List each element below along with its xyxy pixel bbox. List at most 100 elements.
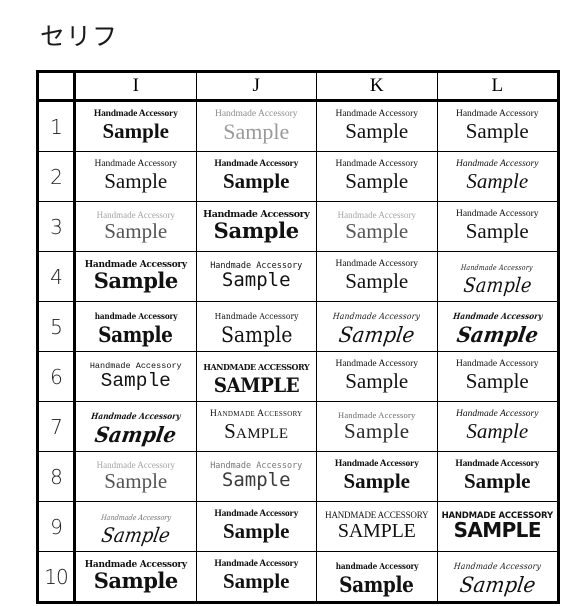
sample-word: Sample bbox=[221, 268, 291, 291]
sample-subtitle: handmade Accessory bbox=[335, 562, 419, 572]
table-row: 4 Handmade Accessory Sample Handmade Access… bbox=[37, 251, 559, 302]
font-sample-cell[interactable]: Handmade AccessorySample bbox=[436, 351, 559, 402]
row-number: 8 bbox=[37, 451, 76, 502]
sample-word: Sample bbox=[344, 418, 410, 443]
font-sample-cell[interactable]: Handmade AccessorySample bbox=[195, 151, 317, 202]
row-number: 4 bbox=[37, 251, 76, 302]
font-sample-cell[interactable]: Handmade AccessorySample bbox=[74, 401, 197, 452]
font-sample-cell[interactable]: Handmade AccessorySample bbox=[316, 251, 438, 302]
sample-word: Sample bbox=[465, 219, 529, 244]
sample-subtitle: handmade Accessory bbox=[94, 312, 178, 322]
sample-word: SAMPLE bbox=[213, 372, 300, 397]
font-sample-cell[interactable]: handmade AccessorySample bbox=[316, 551, 438, 603]
sample-word: Sample bbox=[345, 269, 409, 294]
row-number: 6 bbox=[37, 351, 76, 402]
table-row: 1 Handmade Accessory Sample Handmade Access… bbox=[37, 100, 559, 152]
sample-word: Sample bbox=[223, 118, 290, 144]
font-sample-cell[interactable]: Handmade AccessorySample bbox=[436, 401, 559, 452]
sample-subtitle: Handmade Accessory bbox=[453, 562, 542, 572]
font-sample-cell[interactable]: Handmade AccessorySample bbox=[195, 301, 317, 352]
font-specimen-table: I J K L 1 Handmade Accessory Sample Handmad… bbox=[36, 70, 560, 604]
font-sample-cell[interactable]: Handmade AccessorySample bbox=[195, 401, 317, 452]
sample-word: Sample bbox=[466, 419, 529, 444]
font-sample-cell[interactable]: handmade AccessorySample bbox=[74, 301, 197, 352]
font-sample-cell[interactable]: Handmade AccessorySample bbox=[195, 201, 317, 252]
font-sample-cell[interactable]: Handmade AccessorySample bbox=[316, 201, 438, 252]
row-number: 5 bbox=[37, 301, 76, 352]
font-sample-cell[interactable]: Handmade AccessorySample bbox=[195, 100, 317, 152]
row-number: 1 bbox=[37, 100, 76, 152]
table-row: 3 Handmade Accessory Sample Handmade Access… bbox=[37, 201, 559, 252]
sample-word: Sample bbox=[221, 468, 291, 491]
sample-subtitle: Handmade Accessory bbox=[452, 312, 543, 322]
table-header-row: I J K L bbox=[37, 71, 559, 102]
row-number: 7 bbox=[37, 401, 76, 452]
font-sample-cell[interactable]: Handmade AccessorySample bbox=[316, 451, 438, 502]
table-row: 5 handmade AccessorySample Handmade Access… bbox=[37, 301, 559, 352]
font-sample-cell[interactable]: Handmade AccessorySample bbox=[74, 551, 197, 603]
font-sample-cell[interactable]: Handmade AccessorySample bbox=[74, 251, 197, 302]
sample-word: Sample bbox=[104, 469, 168, 494]
table-row: 6 Handmade Accessory Sample HANDMADE ACCESS… bbox=[37, 351, 559, 402]
font-sample-cell[interactable]: Handmade AccessorySample bbox=[74, 351, 197, 402]
font-sample-cell[interactable]: Handmade AccessorySample bbox=[195, 501, 317, 552]
sample-word: Sample bbox=[99, 522, 172, 547]
font-sample-cell[interactable]: Handmade AccessorySample bbox=[436, 151, 559, 202]
font-sample-cell[interactable]: Handmade AccessorySample bbox=[316, 301, 438, 352]
font-sample-cell[interactable]: Handmade AccessorySample bbox=[316, 151, 438, 202]
font-sample-cell[interactable]: Handmade AccessorySample bbox=[436, 551, 559, 603]
sample-word: Sample bbox=[463, 469, 531, 494]
row-number: 9 bbox=[37, 501, 76, 552]
sample-subtitle: Handmade Accessory bbox=[100, 512, 172, 522]
sample-word: Sample bbox=[454, 322, 540, 347]
font-sample-cell[interactable]: Handmade AccessorySample bbox=[316, 351, 438, 402]
sample-subtitle: Handmade Accessory bbox=[90, 412, 182, 422]
font-sample-cell[interactable]: Handmade AccessorySample bbox=[316, 401, 438, 452]
font-sample-cell[interactable]: Handmade AccessorySample bbox=[74, 451, 197, 502]
sample-word: Sample bbox=[337, 323, 417, 347]
sample-subtitle: Handmade Accessory bbox=[214, 312, 299, 322]
table-row: 10 Handmade Accessory Sample Handmade Acces… bbox=[37, 551, 559, 603]
font-sample-cell[interactable]: Handmade AccessorySample bbox=[436, 100, 559, 152]
sample-word: Sample bbox=[104, 169, 168, 194]
font-sample-cell[interactable]: Handmade AccessorySample bbox=[74, 501, 197, 552]
sample-word: Sample bbox=[93, 568, 179, 594]
font-sample-sheet: セリフ I J K L 1 Handmade Accessory Sample Han… bbox=[0, 0, 583, 606]
font-sample-cell[interactable]: Handmade AccessorySample bbox=[436, 201, 559, 252]
sample-word: Sample bbox=[98, 322, 174, 347]
font-sample-cell[interactable]: HANDMADE ACCESSORYSAMPLE bbox=[195, 351, 317, 402]
sample-word: Sample bbox=[465, 369, 529, 394]
sample-word: Sample bbox=[104, 219, 168, 244]
font-sample-cell[interactable]: Handmade AccessorySample bbox=[436, 251, 559, 302]
sample-word: Sample bbox=[213, 218, 300, 244]
table-body: 1 Handmade Accessory Sample Handmade Access… bbox=[37, 100, 559, 603]
sample-word: Sample bbox=[339, 572, 415, 597]
font-sample-cell[interactable]: Handmade AccessorySample bbox=[195, 551, 317, 603]
sample-word: SAMPLE bbox=[337, 519, 416, 542]
font-sample-cell[interactable]: Handmade AccessorySample bbox=[316, 100, 438, 152]
sample-word: Sample bbox=[100, 369, 171, 392]
font-sample-cell[interactable]: Handmade AccessorySample bbox=[74, 201, 197, 252]
sample-subtitle: Handmade Accessory bbox=[460, 262, 534, 272]
sample-word: Sample bbox=[220, 323, 292, 347]
sample-word: Sample bbox=[345, 119, 409, 144]
font-sample-cell[interactable]: Handmade AccessorySample bbox=[436, 301, 559, 352]
sample-word: Sample bbox=[345, 169, 409, 194]
font-sample-cell[interactable]: Handmade AccessorySample bbox=[195, 251, 317, 302]
font-sample-cell[interactable]: HANDMADE ACCESSORYSAMPLE bbox=[436, 501, 559, 552]
font-sample-cell[interactable]: Handmade AccessorySample bbox=[74, 151, 197, 202]
column-header-k: K bbox=[316, 71, 438, 102]
font-sample-cell[interactable]: Handmade AccessorySample bbox=[436, 451, 559, 502]
font-sample-cell[interactable]: Handmade AccessorySample bbox=[195, 451, 317, 502]
sample-word: Sample bbox=[222, 169, 290, 194]
sample-word: Sample bbox=[466, 169, 529, 194]
table-row: 7 Handmade AccessorySample Handmade Access… bbox=[37, 401, 559, 452]
sample-word: Sample bbox=[457, 573, 537, 597]
font-sample-cell[interactable]: HANDMADE ACCESSORYSAMPLE bbox=[316, 501, 438, 552]
sample-word: Sample bbox=[345, 369, 409, 394]
sample-word: Sample bbox=[465, 119, 529, 144]
sample-word: Sample bbox=[93, 268, 179, 294]
row-number: 3 bbox=[37, 201, 76, 252]
font-sample-cell[interactable]: Handmade AccessorySample bbox=[74, 100, 197, 152]
sample-word: Sample bbox=[224, 419, 289, 444]
